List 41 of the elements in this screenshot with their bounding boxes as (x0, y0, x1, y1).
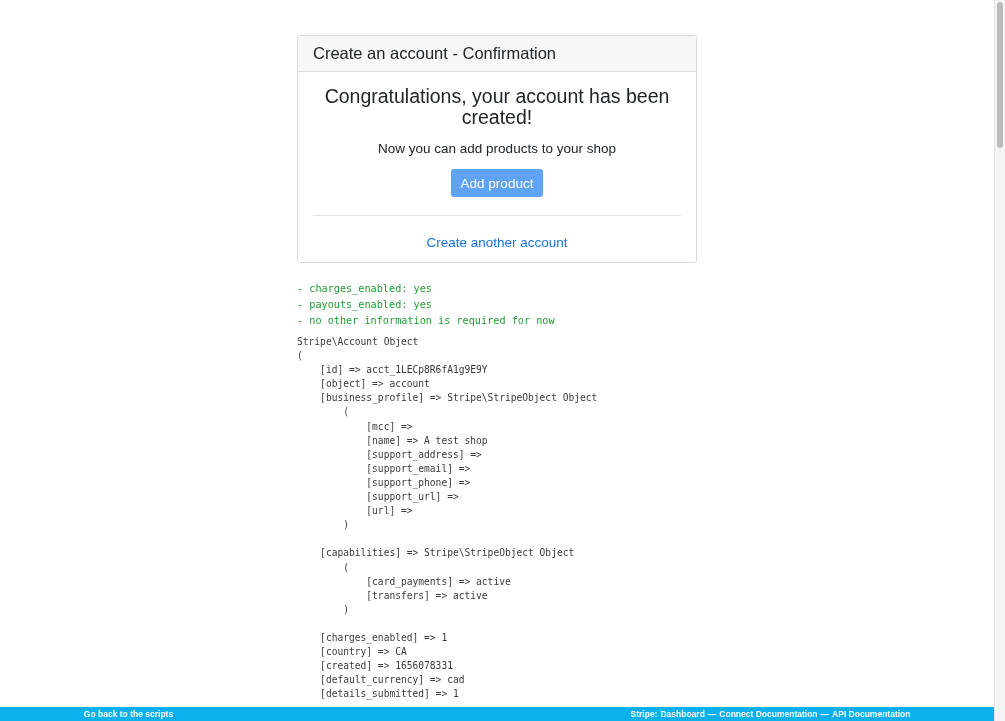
code-line: ( (297, 349, 304, 364)
code-line: [support_url] => (365, 490, 460, 505)
code-line: [support_phone] => (365, 475, 472, 491)
code-line: [default_currency] => cad (319, 673, 466, 688)
back-link[interactable]: Go back to the scripts (83, 709, 174, 719)
status-line: - no other information is required for now (297, 314, 556, 328)
separator-text: — (820, 709, 830, 719)
code-line: [url] => (365, 504, 414, 519)
code-line: ( (342, 560, 350, 575)
code-line: [details_submitted] => 1 (319, 687, 460, 702)
create-account-link[interactable]: Create another account (426, 235, 568, 250)
code-line: [transfers] => active (365, 588, 489, 603)
subtitle-text: Now you can add products to your shop (378, 141, 616, 156)
scrollbar[interactable] (994, 0, 1005, 721)
code-line: [country] => CA (319, 645, 408, 660)
code-line: [name] => A test shop (365, 433, 489, 448)
code-line: Stripe\Account Object (297, 335, 420, 349)
code-line: [capabilities] => Stripe\StripeObject Object (319, 546, 576, 561)
code-line: [object] => account (319, 377, 431, 392)
separator-text: — (707, 709, 717, 719)
code-line: [support_address] => (365, 447, 483, 462)
footer-link[interactable]: Connect Documentation (719, 709, 818, 719)
status-line: - charges_enabled: yes (297, 282, 433, 297)
footer-link[interactable]: Dashboard (660, 709, 705, 719)
code-line: [created] => 1656078331 (319, 659, 454, 674)
status-line: - payouts_enabled: yes (297, 298, 433, 313)
code-line: ) (342, 602, 350, 617)
success-heading: Congratulations, your account has been created! (323, 86, 671, 128)
code-line: [charges_enabled] => 1 (319, 630, 449, 646)
code-line: [mcc] => (365, 419, 414, 434)
scroll-thumb[interactable] (997, 2, 1003, 148)
add-product-button[interactable]: Add product (450, 169, 544, 197)
code-line: [support_email] => (365, 461, 472, 476)
footer-link[interactable]: API Documentation (832, 709, 911, 719)
code-line: ) (342, 518, 350, 533)
code-line: [business_profile] => Stripe\StripeObject Object (319, 391, 599, 406)
code-line: ( (342, 405, 350, 420)
code-line: [card_payments] => active (365, 574, 512, 589)
footer-label: Stripe: (630, 709, 658, 719)
code-line: [id] => acct_1LECp8R6fA1g9E9Y (319, 363, 489, 378)
card-title: Create an account - Confirmation (298, 36, 696, 72)
